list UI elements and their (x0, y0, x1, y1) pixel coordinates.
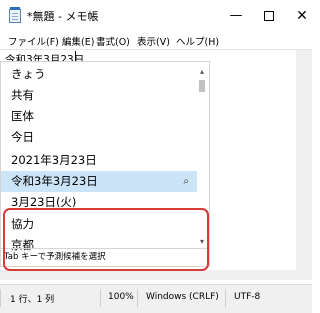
status-separator (225, 289, 226, 307)
horizontal-scrollbar[interactable] (0, 270, 296, 280)
status-separator (100, 289, 101, 307)
status-zoom: 100% (108, 292, 134, 302)
annotation-highlight (3, 208, 209, 271)
menu-view[interactable]: 表示(V) (137, 34, 170, 48)
title-bar[interactable]: *無題 - メモ帳 — ✕ (0, 0, 312, 32)
status-separator (137, 289, 138, 307)
scroll-up-icon[interactable]: ▴ (196, 66, 208, 78)
window-title: *無題 - メモ帳 (27, 10, 99, 23)
magnifier-icon[interactable]: ⌕ (183, 171, 189, 192)
candidate-item[interactable]: 2021年3月23日 (1, 150, 197, 171)
status-line-ending: Windows (CRLF) (146, 292, 219, 302)
status-separator (0, 289, 1, 307)
candidate-item[interactable]: 今日 (1, 127, 197, 148)
vertical-scrollbar[interactable] (296, 50, 312, 280)
status-encoding: UTF-8 (234, 292, 261, 302)
menu-edit[interactable]: 編集(E) (62, 34, 94, 48)
menu-format[interactable]: 書式(O) (96, 34, 130, 48)
notepad-window: *無題 - メモ帳 — ✕ ファイル(F) 編集(E) 書式(O) 表示(V) … (0, 0, 312, 313)
menu-file[interactable]: ファイル(F) (8, 34, 59, 48)
status-position: 1 行、1 列 (10, 295, 55, 305)
candidate-item[interactable]: 共有 (1, 85, 197, 106)
candidate-item[interactable]: 匡体 (1, 106, 197, 127)
menu-bar: ファイル(F) 編集(E) 書式(O) 表示(V) ヘルプ(H) (0, 32, 312, 49)
candidate-item-selected[interactable]: 令和3年3月23日 ⌕ (1, 171, 197, 192)
maximize-icon (264, 10, 274, 21)
scroll-thumb[interactable] (199, 80, 205, 92)
menu-help[interactable]: ヘルプ(H) (176, 34, 219, 48)
status-bar: 1 行、1 列 100% Windows (CRLF) UTF-8 (0, 284, 312, 313)
ime-candidate-window: きょう 共有 匡体 今日 2021年3月23日 令和3年3月23日 ⌕ 3月23日… (0, 61, 210, 271)
maximize-button[interactable] (259, 6, 279, 26)
candidate-item[interactable]: きょう (1, 64, 197, 85)
notepad-app-icon (9, 7, 21, 23)
minimize-button[interactable]: — (226, 6, 246, 26)
close-button[interactable]: ✕ (292, 6, 312, 26)
